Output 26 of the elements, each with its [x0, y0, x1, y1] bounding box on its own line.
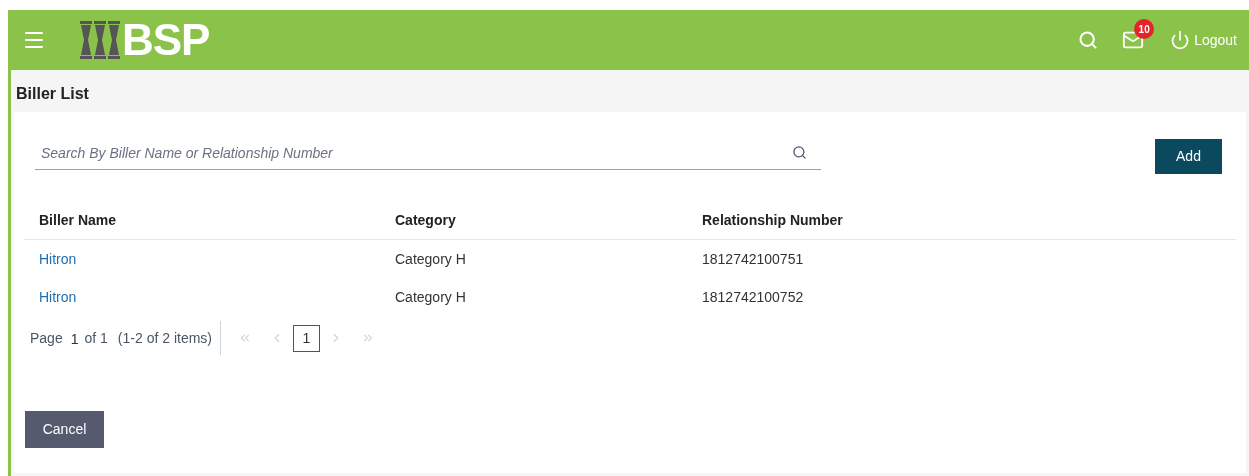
page-count: of 1: [84, 328, 108, 348]
column-header: Biller Name: [38, 211, 118, 230]
table-cell-text: Category H: [394, 287, 467, 307]
table-cell-text: 1812742100752: [701, 287, 805, 307]
page-number-button[interactable]: 1: [293, 324, 320, 352]
search-field[interactable]: Search By Biller Name or Relationship Number: [41, 136, 792, 169]
notification-badge: 10: [1134, 19, 1155, 39]
biller-link[interactable]: Hitron: [39, 288, 77, 305]
drum-icon: [80, 21, 122, 59]
page-title: Biller List: [16, 84, 90, 104]
items-summary: (1-2 of 2 items): [117, 328, 212, 348]
search-icon: [792, 145, 807, 160]
search-icon[interactable]: [1078, 30, 1099, 50]
column-header: Relationship Number: [701, 211, 844, 230]
double-chevron-left-icon: [238, 331, 252, 345]
add-button[interactable]: Add: [1155, 139, 1222, 174]
cancel-button[interactable]: Cancel: [25, 411, 104, 448]
double-chevron-right-icon: [361, 331, 375, 345]
page-label: Page: [30, 328, 63, 348]
current-page: 1: [70, 330, 79, 349]
logo-text: BSP: [122, 18, 210, 62]
table-cell-text: Category H: [394, 249, 467, 269]
power-icon: [1170, 30, 1191, 50]
biller-link[interactable]: Hitron: [39, 250, 77, 267]
column-header: Category: [394, 211, 457, 230]
table-cell-text: 1812742100751: [701, 249, 805, 269]
